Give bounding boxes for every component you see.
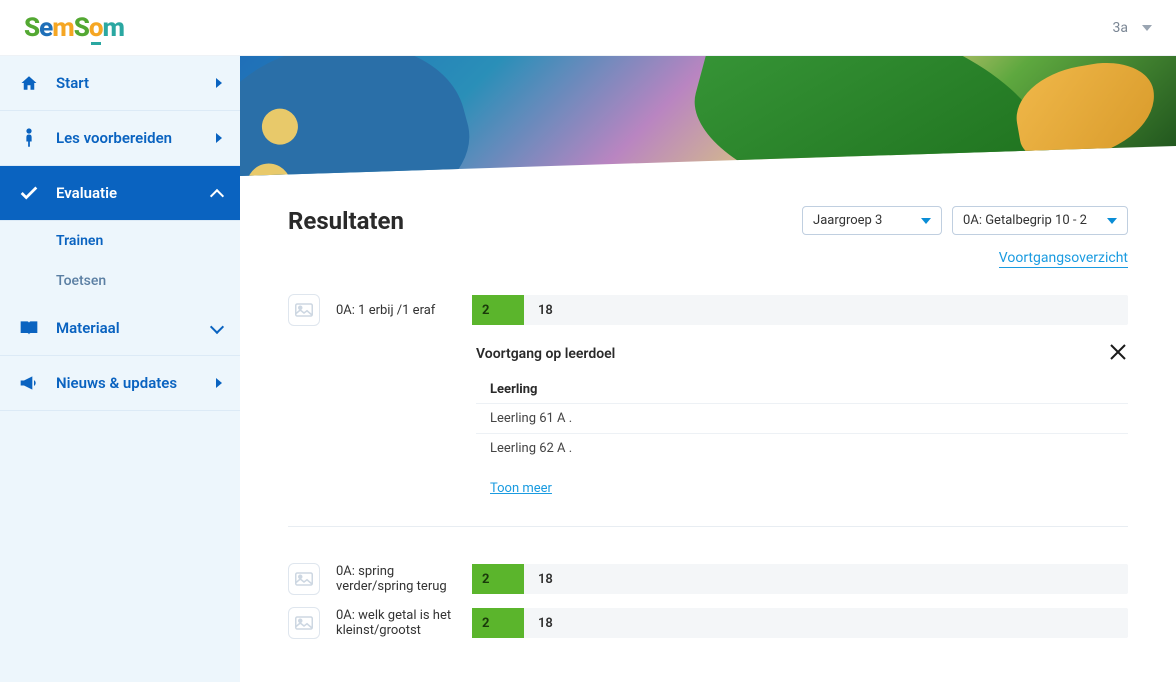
close-button[interactable] — [1108, 342, 1128, 366]
student-row: Leerling 61 A . — [476, 403, 1128, 433]
progress-green-count: 2 — [472, 564, 524, 594]
sidebar: Start Les voorbereiden Evaluatie — [0, 56, 240, 682]
progress-rest-count: 18 — [524, 616, 553, 631]
chevron-right-icon — [216, 133, 222, 143]
detail-column-header: Leerling — [476, 376, 1128, 403]
class-selector[interactable]: 3a — [1113, 20, 1152, 36]
year-select[interactable]: Jaargroep 3 — [802, 206, 942, 235]
dropdown-icon — [1142, 25, 1152, 31]
sidebar-subitem-toetsen[interactable]: Toetsen — [0, 261, 240, 301]
goal-label: 0A: 1 erbij /1 eraf — [336, 303, 456, 318]
sidebar-item-les-voorbereiden[interactable]: Les voorbereiden — [0, 111, 240, 166]
goal-thumbnail[interactable] — [288, 607, 320, 639]
progress-green-count: 2 — [472, 608, 524, 638]
sidebar-subitem-trainen[interactable]: Trainen — [0, 221, 240, 261]
goal-row: 0A: spring verder/spring terug 2 18 — [288, 563, 1128, 595]
goal-row: 0A: 1 erbij /1 eraf 2 18 — [288, 294, 1128, 326]
goal-select[interactable]: 0A: Getalbegrip 10 - 2 — [952, 206, 1128, 235]
page-title: Resultaten — [288, 207, 404, 235]
sidebar-item-label: Evaluatie — [56, 184, 117, 202]
student-row: Leerling 62 A . — [476, 433, 1128, 463]
detail-panel: Voortgang op leerdoel Leerling Leerling … — [476, 346, 1128, 496]
megaphone-icon — [18, 372, 40, 394]
class-label: 3a — [1113, 20, 1128, 36]
sidebar-item-start[interactable]: Start — [0, 56, 240, 111]
goal-progress-bar[interactable]: 2 18 — [472, 295, 1128, 325]
divider — [288, 526, 1128, 527]
book-icon — [18, 317, 40, 339]
progress-rest-count: 18 — [524, 572, 553, 587]
goal-row: 0A: welk getal is het kleinst/grootst 2 … — [288, 607, 1128, 639]
chevron-down-icon — [210, 322, 222, 334]
sidebar-item-label: Nieuws & updates — [56, 374, 177, 392]
person-icon — [18, 127, 40, 149]
progress-green-count: 2 — [472, 295, 524, 325]
logo[interactable]: SemSom — [24, 13, 124, 43]
sidebar-item-materiaal[interactable]: Materiaal — [0, 301, 240, 356]
dropdown-icon — [921, 218, 931, 224]
chevron-up-icon — [210, 187, 222, 199]
chevron-right-icon — [216, 378, 222, 388]
sidebar-item-evaluatie[interactable]: Evaluatie — [0, 166, 240, 221]
progress-rest-count: 18 — [524, 303, 553, 318]
sidebar-item-label: Materiaal — [56, 319, 120, 337]
progress-overview-link[interactable]: Voortgangsoverzicht — [999, 250, 1128, 268]
goal-progress-bar[interactable]: 2 18 — [472, 564, 1128, 594]
chevron-right-icon — [216, 78, 222, 88]
show-more-link[interactable]: Toon meer — [490, 481, 552, 496]
home-icon — [18, 72, 40, 94]
dropdown-icon — [1107, 218, 1117, 224]
banner-image — [240, 56, 1176, 176]
sidebar-item-label: Start — [56, 74, 89, 92]
goal-thumbnail[interactable] — [288, 563, 320, 595]
goal-label: 0A: welk getal is het kleinst/grootst — [336, 608, 456, 638]
sidebar-item-label: Les voorbereiden — [56, 129, 172, 147]
sidebar-item-nieuws[interactable]: Nieuws & updates — [0, 356, 240, 411]
check-icon — [18, 182, 40, 204]
goal-label: 0A: spring verder/spring terug — [336, 564, 456, 594]
goal-progress-bar[interactable]: 2 18 — [472, 608, 1128, 638]
detail-title: Voortgang op leerdoel — [476, 346, 1128, 362]
goal-thumbnail[interactable] — [288, 294, 320, 326]
